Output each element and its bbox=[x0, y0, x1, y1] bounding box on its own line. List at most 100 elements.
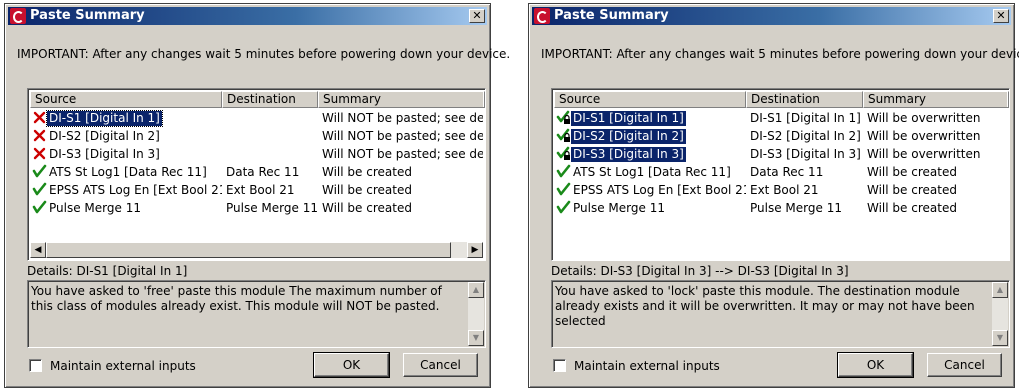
destination-cell bbox=[226, 145, 318, 163]
destination-cell bbox=[226, 127, 318, 145]
scroll-down-button[interactable]: ▼ bbox=[468, 330, 484, 346]
important-notice: IMPORTANT: After any changes wait 5 minu… bbox=[17, 47, 511, 61]
table-row[interactable]: DI-S1 [Digital In 1] Will NOT be pasted; … bbox=[30, 109, 483, 127]
scrollbar-thumb[interactable] bbox=[46, 242, 451, 258]
table-row[interactable]: DI-S3 [Digital In 3] Will NOT be pasted; … bbox=[30, 145, 483, 163]
red-x-icon bbox=[32, 110, 47, 125]
details-label: Details: DI-S3 [Digital In 3] --> DI-S3 … bbox=[551, 264, 849, 278]
green-check-lock-icon bbox=[556, 146, 571, 161]
table-row[interactable]: Pulse Merge 11 Pulse Merge 11 Will be crea… bbox=[30, 199, 483, 217]
scroll-right-button[interactable]: ▶ bbox=[467, 242, 483, 258]
column-header-summary[interactable]: Summary bbox=[863, 91, 1009, 108]
destination-cell: Pulse Merge 11 bbox=[226, 201, 318, 215]
column-header-source[interactable]: Source bbox=[554, 91, 746, 108]
summary-cell: Will be created bbox=[867, 183, 957, 197]
title-bar[interactable]: Paste Summary ✕ bbox=[532, 7, 1011, 25]
destination-cell: Data Rec 11 bbox=[750, 165, 824, 179]
source-label: Pulse Merge 11 bbox=[49, 201, 141, 215]
checkbox-label: Maintain external inputs bbox=[574, 359, 720, 373]
destination-cell bbox=[226, 109, 318, 127]
destination-cell: Pulse Merge 11 bbox=[750, 201, 842, 215]
dialog-title: Paste Summary bbox=[554, 8, 669, 23]
summary-cell: Will be overwritten bbox=[867, 111, 981, 125]
table-row[interactable]: DI-S1 [Digital In 1] DI-S1 [Digital In 1]… bbox=[554, 109, 1007, 127]
summary-cell: Will be created bbox=[867, 201, 957, 215]
green-check-icon bbox=[556, 200, 571, 215]
destination-cell: DI-S1 [Digital In 1] bbox=[750, 111, 861, 125]
summary-cell: Will NOT be pasted; see detai bbox=[322, 111, 483, 125]
close-button[interactable]: ✕ bbox=[469, 9, 485, 23]
column-header-source[interactable]: Source bbox=[30, 91, 222, 108]
ok-button[interactable]: OK bbox=[313, 352, 390, 378]
source-label: ATS St Log1 [Data Rec 11] bbox=[573, 165, 731, 179]
source-cell: DI-S1 [Digital In 1] bbox=[554, 109, 746, 127]
app-logo-icon bbox=[534, 8, 550, 24]
column-header-destination[interactable]: Destination bbox=[222, 91, 318, 108]
maintain-inputs-checkbox[interactable] bbox=[553, 359, 566, 372]
source-cell: DI-S3 [Digital In 3] bbox=[30, 145, 222, 163]
ok-button[interactable]: OK bbox=[837, 352, 914, 378]
details-label: Details: DI-S1 [Digital In 1] bbox=[27, 264, 188, 278]
column-header-destination[interactable]: Destination bbox=[746, 91, 863, 108]
paste-summary-dialog-free: Paste Summary ✕ IMPORTANT: After any cha… bbox=[4, 3, 510, 388]
table-row[interactable]: ATS St Log1 [Data Rec 11] Data Rec 11 Will… bbox=[30, 163, 483, 181]
scroll-up-button[interactable]: ▲ bbox=[992, 282, 1008, 298]
table-row[interactable]: DI-S3 [Digital In 3] DI-S3 [Digital In 3]… bbox=[554, 145, 1007, 163]
table-row[interactable]: EPSS ATS Log En [Ext Bool 21] Ext Bool 21… bbox=[30, 181, 483, 199]
cancel-button[interactable]: Cancel bbox=[927, 353, 1002, 377]
scroll-left-button[interactable]: ◀ bbox=[30, 242, 46, 258]
scroll-up-button[interactable]: ▲ bbox=[468, 282, 484, 298]
source-label: EPSS ATS Log En [Ext Bool 21] bbox=[573, 183, 746, 197]
summary-cell: Will NOT be pasted; see detai bbox=[322, 129, 483, 143]
table-row[interactable]: ATS St Log1 [Data Rec 11] Data Rec 11 Will… bbox=[554, 163, 1007, 181]
table-row[interactable]: DI-S2 [Digital In 2] DI-S2 [Digital In 2]… bbox=[554, 127, 1007, 145]
description-text: You have asked to 'free' paste this modu… bbox=[31, 284, 442, 313]
destination-cell: Ext Bool 21 bbox=[226, 183, 295, 197]
source-label: DI-S1 [Digital In 1] bbox=[571, 111, 686, 126]
description-box[interactable]: You have asked to 'lock' paste this modu… bbox=[551, 280, 1010, 348]
column-header-summary[interactable]: Summary bbox=[318, 91, 485, 108]
summary-cell: Will be created bbox=[322, 183, 412, 197]
table-row[interactable]: EPSS ATS Log En [Ext Bool 21] Ext Bool 21… bbox=[554, 181, 1007, 199]
table-row[interactable]: Pulse Merge 11 Pulse Merge 11 Will be crea… bbox=[554, 199, 1007, 217]
app-logo-icon bbox=[10, 8, 26, 24]
source-cell: Pulse Merge 11 bbox=[30, 199, 222, 217]
checkbox-label: Maintain external inputs bbox=[50, 359, 196, 373]
green-check-icon bbox=[32, 182, 47, 197]
horizontal-scrollbar[interactable]: ◀ ▶ bbox=[30, 242, 483, 258]
dialog-title: Paste Summary bbox=[30, 8, 145, 23]
table-row[interactable]: DI-S2 [Digital In 2] Will NOT be pasted; … bbox=[30, 127, 483, 145]
description-text: You have asked to 'lock' paste this modu… bbox=[555, 284, 975, 328]
important-notice: IMPORTANT: After any changes wait 5 minu… bbox=[541, 47, 1019, 61]
paste-list[interactable]: Source Destination Summary DI-S1 [Digita… bbox=[551, 88, 1010, 261]
summary-cell: Will be overwritten bbox=[867, 129, 981, 143]
list-header: Source Destination Summary bbox=[554, 91, 1009, 108]
green-check-lock-icon bbox=[556, 110, 571, 125]
paste-summary-dialog-lock: Paste Summary ✕ IMPORTANT: After any cha… bbox=[528, 3, 1019, 388]
source-cell: ATS St Log1 [Data Rec 11] bbox=[30, 163, 222, 181]
paste-list[interactable]: Source Destination Summary DI-S1 [Digita… bbox=[27, 88, 486, 261]
destination-cell: DI-S3 [Digital In 3] bbox=[750, 147, 861, 161]
scroll-down-button[interactable]: ▼ bbox=[992, 330, 1008, 346]
maintain-inputs-checkbox[interactable] bbox=[29, 359, 42, 372]
source-label: DI-S3 [Digital In 3] bbox=[571, 147, 686, 162]
red-x-icon bbox=[32, 128, 47, 143]
list-header: Source Destination Summary bbox=[30, 91, 485, 108]
description-box[interactable]: You have asked to 'free' paste this modu… bbox=[27, 280, 486, 348]
summary-cell: Will NOT be pasted; see detai bbox=[322, 147, 483, 161]
maintain-inputs-option[interactable]: Maintain external inputs bbox=[29, 359, 196, 373]
vertical-scrollbar[interactable]: ▲ ▼ bbox=[468, 282, 484, 346]
summary-cell: Will be created bbox=[322, 165, 412, 179]
source-cell: DI-S2 [Digital In 2] bbox=[30, 127, 222, 145]
source-cell: EPSS ATS Log En [Ext Bool 21] bbox=[554, 181, 746, 199]
summary-cell: Will be created bbox=[867, 165, 957, 179]
green-check-lock-icon bbox=[556, 128, 571, 143]
source-label: Pulse Merge 11 bbox=[573, 201, 665, 215]
source-label: DI-S1 [Digital In 1] bbox=[46, 110, 163, 127]
close-button[interactable]: ✕ bbox=[993, 9, 1009, 23]
source-cell: EPSS ATS Log En [Ext Bool 21] bbox=[30, 181, 222, 199]
cancel-button[interactable]: Cancel bbox=[403, 353, 478, 377]
maintain-inputs-option[interactable]: Maintain external inputs bbox=[553, 359, 720, 373]
vertical-scrollbar[interactable]: ▲ ▼ bbox=[992, 282, 1008, 346]
title-bar[interactable]: Paste Summary ✕ bbox=[8, 7, 487, 25]
